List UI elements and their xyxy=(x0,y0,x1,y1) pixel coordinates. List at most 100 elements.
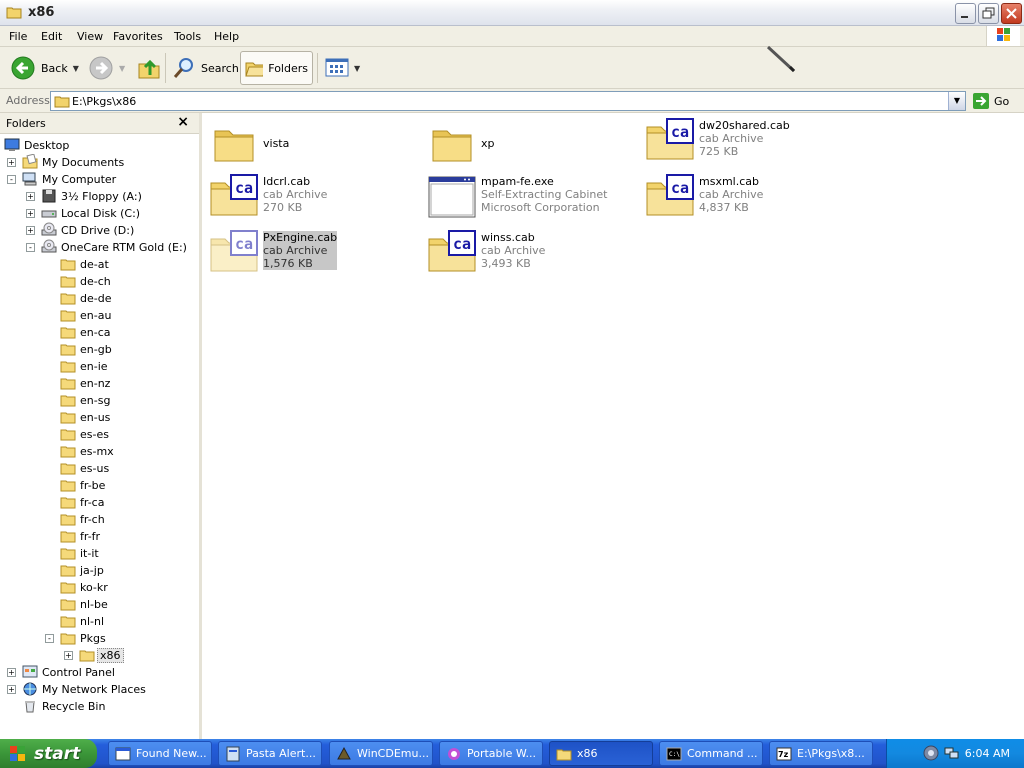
collapse-icon[interactable]: - xyxy=(7,175,16,184)
network-icon[interactable] xyxy=(943,745,959,761)
tree-item-label: fr-be xyxy=(80,479,106,492)
tree-item-de-ch[interactable]: de-ch xyxy=(0,273,199,290)
file-name: Idcrl.cab xyxy=(263,175,311,188)
tree-item-en-au[interactable]: en-au xyxy=(0,307,199,324)
tree-item-fr-ca[interactable]: fr-ca xyxy=(0,494,199,511)
taskbar-button[interactable]: WinCDEmu... xyxy=(329,741,433,766)
close-button[interactable] xyxy=(1001,3,1022,24)
maximize-button[interactable] xyxy=(978,3,999,24)
tree-item-nl-be[interactable]: nl-be xyxy=(0,596,199,613)
tree-item-label: en-au xyxy=(80,309,112,322)
tree-item-local-disk-c[interactable]: + Local Disk (C:) xyxy=(0,205,199,222)
tree-item-it-it[interactable]: it-it xyxy=(0,545,199,562)
tree-item-my-network-places[interactable]: + My Network Places xyxy=(0,681,199,698)
folder-item[interactable]: xp xyxy=(427,121,637,169)
folder-icon xyxy=(60,579,76,595)
collapse-icon[interactable]: - xyxy=(45,634,54,643)
expand-icon[interactable]: + xyxy=(26,226,35,235)
taskbar-button[interactable]: Pasta Alert... xyxy=(218,741,322,766)
expand-icon[interactable]: + xyxy=(7,668,16,677)
folder-item[interactable]: vista xyxy=(209,121,419,169)
views-button[interactable]: ▼ xyxy=(321,51,364,85)
file-item[interactable]: ca PxEngine.cab cab Archive 1,576 KB xyxy=(209,229,419,277)
folder-icon xyxy=(6,7,22,19)
taskbar-button[interactable]: Portable W... xyxy=(439,741,543,766)
tree-item-fr-be[interactable]: fr-be xyxy=(0,477,199,494)
menu-file[interactable]: File xyxy=(9,30,27,43)
menu-help[interactable]: Help xyxy=(214,30,239,43)
tree-item-nl-nl[interactable]: nl-nl xyxy=(0,613,199,630)
taskbar-button[interactable]: x86 xyxy=(549,741,653,766)
tree-item-x86[interactable]: + x86 xyxy=(0,647,199,664)
menu-tools[interactable]: Tools xyxy=(174,30,201,43)
tree-item-label: My Documents xyxy=(42,156,125,169)
tree-item-control-panel[interactable]: + Control Panel xyxy=(0,664,199,681)
expand-icon[interactable]: + xyxy=(64,651,73,660)
file-name: mpam-fe.exe xyxy=(481,175,554,188)
taskbar-button[interactable]: C:\ Command ... xyxy=(659,741,763,766)
tree-item-ko-kr[interactable]: ko-kr xyxy=(0,579,199,596)
tree-item-my-documents[interactable]: + My Documents xyxy=(0,153,199,171)
taskbar-button[interactable]: Found New... xyxy=(108,741,212,766)
tree-item-en-us[interactable]: en-us xyxy=(0,409,199,426)
tree-item-onecare-rtm-gold-e[interactable]: - OneCare RTM Gold (E:) xyxy=(0,239,199,256)
tree-item-de-at[interactable]: de-at xyxy=(0,256,199,273)
chevron-down-icon[interactable]: ▼ xyxy=(354,64,360,73)
expand-icon[interactable]: + xyxy=(7,685,16,694)
file-item[interactable]: mpam-fe.exe Self-Extracting Cabinet Micros… xyxy=(427,173,637,221)
tree-item-recycle-bin[interactable]: Recycle Bin xyxy=(0,698,199,715)
tree-item-en-sg[interactable]: en-sg xyxy=(0,392,199,409)
views-icon xyxy=(325,58,349,77)
back-button[interactable]: Back ▼ xyxy=(6,51,83,85)
tree-item-pkgs[interactable]: - Pkgs xyxy=(0,630,199,647)
menu-favorites[interactable]: Favorites xyxy=(113,30,163,43)
up-folder-button[interactable] xyxy=(132,51,166,85)
chevron-down-icon[interactable]: ▼ xyxy=(73,64,79,73)
file-item[interactable]: ca Idcrl.cab cab Archive 270 KB xyxy=(209,173,419,221)
minimize-button[interactable] xyxy=(955,3,976,24)
go-button[interactable]: Go xyxy=(972,92,1009,110)
expand-icon[interactable]: + xyxy=(26,209,35,218)
tree-item-es-mx[interactable]: es-mx xyxy=(0,443,199,460)
tree-item-fr-fr[interactable]: fr-fr xyxy=(0,528,199,545)
collapse-icon[interactable]: - xyxy=(26,243,35,252)
taskbar-button-label: Portable W... xyxy=(467,747,536,760)
svg-text:7z: 7z xyxy=(778,750,789,759)
tree-item-my-computer[interactable]: - My Computer xyxy=(0,171,199,188)
tree-item-de-de[interactable]: de-de xyxy=(0,290,199,307)
tree-item-label: en-us xyxy=(80,411,111,424)
tree-item-en-ca[interactable]: en-ca xyxy=(0,324,199,341)
taskbar-button-label: Pasta Alert... xyxy=(246,747,316,760)
tree-item-desktop[interactable]: Desktop xyxy=(0,137,199,154)
close-pane-icon[interactable]: × xyxy=(177,114,189,130)
tree-item-en-ie[interactable]: en-ie xyxy=(0,358,199,375)
tree-item-es-es[interactable]: es-es xyxy=(0,426,199,443)
tree-item-ja-jp[interactable]: ja-jp xyxy=(0,562,199,579)
svg-text:ca: ca xyxy=(235,235,253,253)
taskbar-button[interactable]: 7z E:\Pkgs\x8... xyxy=(769,741,873,766)
tree-item-fr-ch[interactable]: fr-ch xyxy=(0,511,199,528)
security-shield-icon[interactable] xyxy=(923,745,939,761)
tree-item-en-gb[interactable]: en-gb xyxy=(0,341,199,358)
folders-button[interactable]: Folders xyxy=(240,51,313,85)
chevron-down-icon[interactable]: ▼ xyxy=(119,64,125,73)
svg-text:ca: ca xyxy=(671,123,689,141)
search-button[interactable]: Search xyxy=(168,51,243,85)
file-item[interactable]: ca msxml.cab cab Archive 4,837 KB xyxy=(645,173,855,221)
folder-icon xyxy=(60,375,76,391)
file-item[interactable]: ca dw20shared.cab cab Archive 725 KB xyxy=(645,117,855,165)
menu-edit[interactable]: Edit xyxy=(41,30,62,43)
address-dropdown-button[interactable]: ▼ xyxy=(948,92,965,110)
tree-item-cd-drive-d[interactable]: + CD Drive (D:) xyxy=(0,222,199,239)
file-type: Self-Extracting Cabinet xyxy=(481,188,608,201)
expand-icon[interactable]: + xyxy=(7,158,16,167)
tree-item-es-us[interactable]: es-us xyxy=(0,460,199,477)
address-input[interactable]: E:\Pkgs\x86 ▼ xyxy=(50,91,966,111)
file-item[interactable]: ca winss.cab cab Archive 3,493 KB xyxy=(427,229,637,277)
menu-view[interactable]: View xyxy=(77,30,103,43)
expand-icon[interactable]: + xyxy=(26,192,35,201)
forward-button[interactable]: ▼ xyxy=(84,51,129,85)
tree-item-en-nz[interactable]: en-nz xyxy=(0,375,199,392)
start-button[interactable]: start xyxy=(0,739,97,768)
tree-item-3-floppy-a[interactable]: +3½ Floppy (A:) xyxy=(0,188,199,205)
